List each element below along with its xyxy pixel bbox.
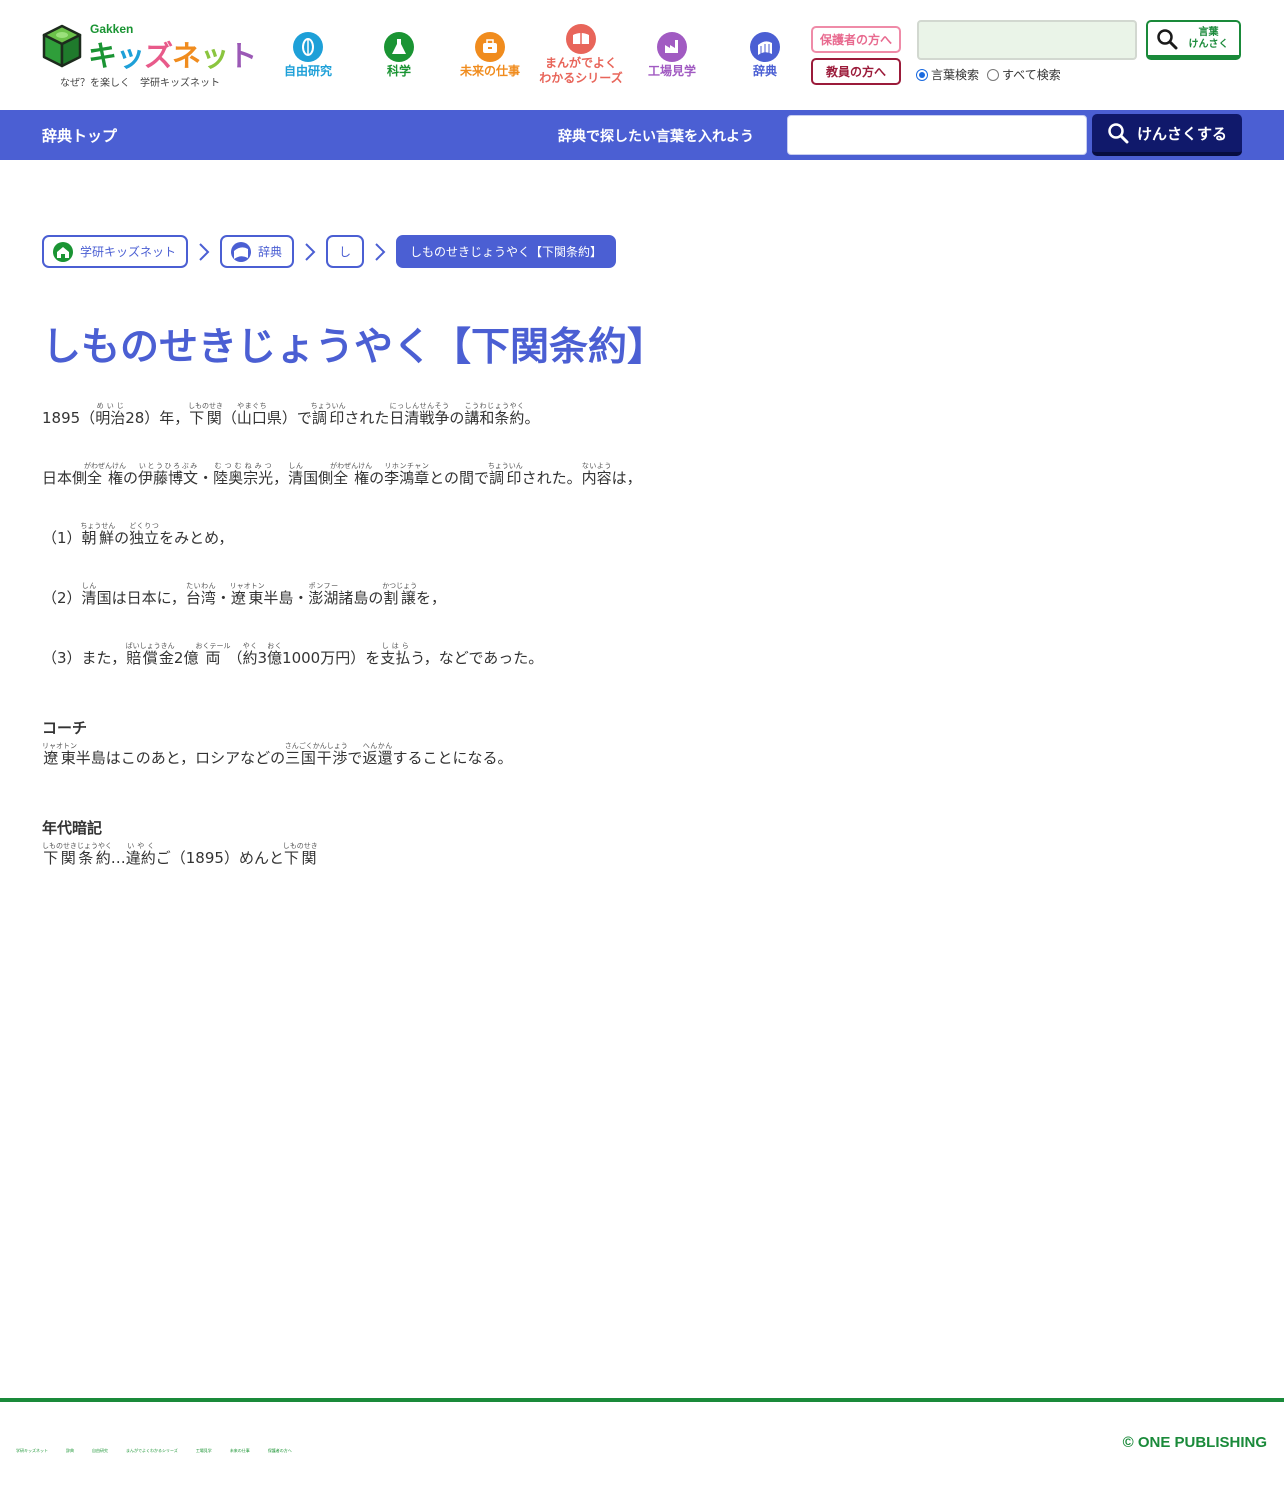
- breadcrumb-home[interactable]: 学研キッズネット: [42, 235, 189, 268]
- article-paragraph: （1）朝鮮ちょうせんの独立どくりつをみとめ，: [42, 522, 234, 547]
- block-cube-icon: [42, 24, 82, 68]
- footer-links: 学研キッズネット 辞典 自由研究 まんがでよくわかるシリーズ 工場見学 未来の仕…: [16, 1448, 310, 1454]
- search-icon: [1108, 123, 1129, 144]
- breadcrumb-label: しものせきじょうやく【下関条約】: [410, 245, 603, 259]
- article-paragraph: 日本側全権がわぜんけんの伊藤博文いとうひろぶみ・陸奥宗光むつむねみつ，清しん国側…: [42, 462, 642, 487]
- site-search-input[interactable]: [917, 20, 1137, 60]
- nav-future-jobs[interactable]: 未来の仕事: [445, 24, 535, 79]
- nav-label: 辞典: [752, 64, 777, 78]
- radio-label: 言葉検索: [931, 68, 980, 82]
- page-title: しものせきじょうやく【下関条約】: [42, 325, 667, 370]
- dictionary-search-input[interactable]: [787, 115, 1087, 155]
- dictionary-bar: 辞典トップ 辞典で探したい言葉を入れよう けんさくする: [0, 110, 1284, 160]
- footer-link[interactable]: 辞典: [66, 1448, 74, 1454]
- radio-word-search[interactable]: 言葉検索: [916, 66, 979, 83]
- footer-link[interactable]: 工場見学: [196, 1448, 212, 1454]
- nav-label: 未来の仕事: [459, 64, 520, 78]
- footer-link[interactable]: 自由研究: [92, 1448, 108, 1454]
- radio-indicator[interactable]: [987, 68, 1000, 81]
- word-search-button[interactable]: 言葉 けんさく: [1146, 20, 1241, 60]
- breadcrumb-label: 学研キッズネット: [80, 245, 177, 259]
- for-teachers-button[interactable]: 教員の方へ: [811, 58, 901, 85]
- footer-link[interactable]: 学研キッズネット: [16, 1448, 48, 1454]
- nav-label: 工場見学: [647, 64, 696, 78]
- nav-manga-series[interactable]: まんがでよく わかるシリーズ: [536, 16, 626, 86]
- nav-label: 科学: [386, 64, 411, 78]
- house-icon: [52, 241, 74, 263]
- word-search-label: 言葉 けんさく: [1188, 26, 1229, 50]
- magnifier-leaf-icon: [293, 32, 323, 62]
- footer-link[interactable]: まんがでよくわかるシリーズ: [126, 1448, 178, 1454]
- chevron-right-icon: [364, 242, 396, 262]
- dictionary-icon: [230, 241, 252, 263]
- radio-all-search[interactable]: すべて検索: [987, 66, 1061, 83]
- nav-dictionary[interactable]: 辞典: [720, 24, 810, 79]
- article-paragraph: （2）清しん国は日本に，台湾たいわん・遼東リャオトン半島・澎湖ポンフー諸島の割譲…: [42, 582, 446, 607]
- dictionary-search-prompt: 辞典で探したい言葉を入れよう: [558, 129, 754, 145]
- breadcrumb-label: し: [339, 245, 352, 259]
- for-parents-button[interactable]: 保護者の方へ: [811, 26, 901, 53]
- dictionary-search-button-label: けんさくする: [1136, 124, 1227, 143]
- nav-science[interactable]: 科学: [354, 24, 444, 79]
- footer-link[interactable]: 未来の仕事: [230, 1448, 250, 1454]
- nav-label: まんがでよく わかるシリーズ: [539, 56, 623, 85]
- radio-label: すべて検索: [1002, 68, 1061, 82]
- chevron-right-icon: [294, 242, 326, 262]
- site-logo[interactable]: Gakken キッズネット なぜ？を楽しく 学研キッズネット: [40, 22, 257, 92]
- breadcrumb-initial[interactable]: し: [326, 235, 365, 268]
- article-paragraph: 1895（明治めいじ28）年，下関しものせき（山口やまぐち県）で調印ちょういんさ…: [42, 402, 540, 427]
- breadcrumb-current: しものせきじょうやく【下関条約】: [396, 235, 617, 268]
- footer-divider: [0, 1398, 1284, 1402]
- copyright: © ONE PUBLISHING: [1122, 1434, 1267, 1451]
- dictionary-top-link[interactable]: 辞典トップ: [42, 125, 117, 146]
- dictionary-icon: [750, 32, 780, 62]
- search-icon: [1157, 28, 1178, 49]
- dictionary-search-button[interactable]: けんさくする: [1092, 114, 1242, 156]
- flask-icon: [384, 32, 414, 62]
- footer-link[interactable]: 保護者の方へ: [268, 1448, 292, 1454]
- chevron-right-icon: [188, 242, 220, 262]
- nav-free-research[interactable]: 自由研究: [263, 24, 353, 79]
- breadcrumb-label: 辞典: [258, 245, 283, 259]
- logo-tagline: なぜ？を楽しく 学研キッズネット: [60, 78, 220, 89]
- briefcase-icon: [475, 32, 505, 62]
- radio-selected-indicator[interactable]: [916, 68, 928, 81]
- logo-wordmark: キッズネット: [88, 39, 257, 73]
- breadcrumb: 学研キッズネット 辞典 し しものせきじょうやく【下関条約】: [42, 235, 617, 268]
- mnemonic-heading: 年代暗記: [42, 819, 103, 837]
- nav-factory-tour[interactable]: 工場見学: [627, 24, 717, 79]
- nav-label: 自由研究: [283, 64, 332, 78]
- breadcrumb-dictionary[interactable]: 辞典: [220, 235, 295, 268]
- site-header: Gakken キッズネット なぜ？を楽しく 学研キッズネット 自由研究 科学 未…: [0, 0, 1284, 110]
- mnemonic-text: 下関条約しものせきじょうやく…違約いやくご（1895）めんと下関しものせき: [42, 842, 318, 867]
- article-paragraph: （3）また，賠償金ばいしょうきん2億両おくテール（約やく3億おく1000万円）を…: [42, 642, 544, 667]
- book-icon: [566, 24, 596, 54]
- coach-heading: コーチ: [42, 719, 88, 737]
- factory-icon: [657, 32, 687, 62]
- coach-text: 遼東リャオトン半島はこのあと，ロシアなどの三国干渉さんごくかんしょうで返還へんか…: [42, 742, 513, 767]
- search-scope: 言葉検索 すべて検索: [916, 66, 1069, 83]
